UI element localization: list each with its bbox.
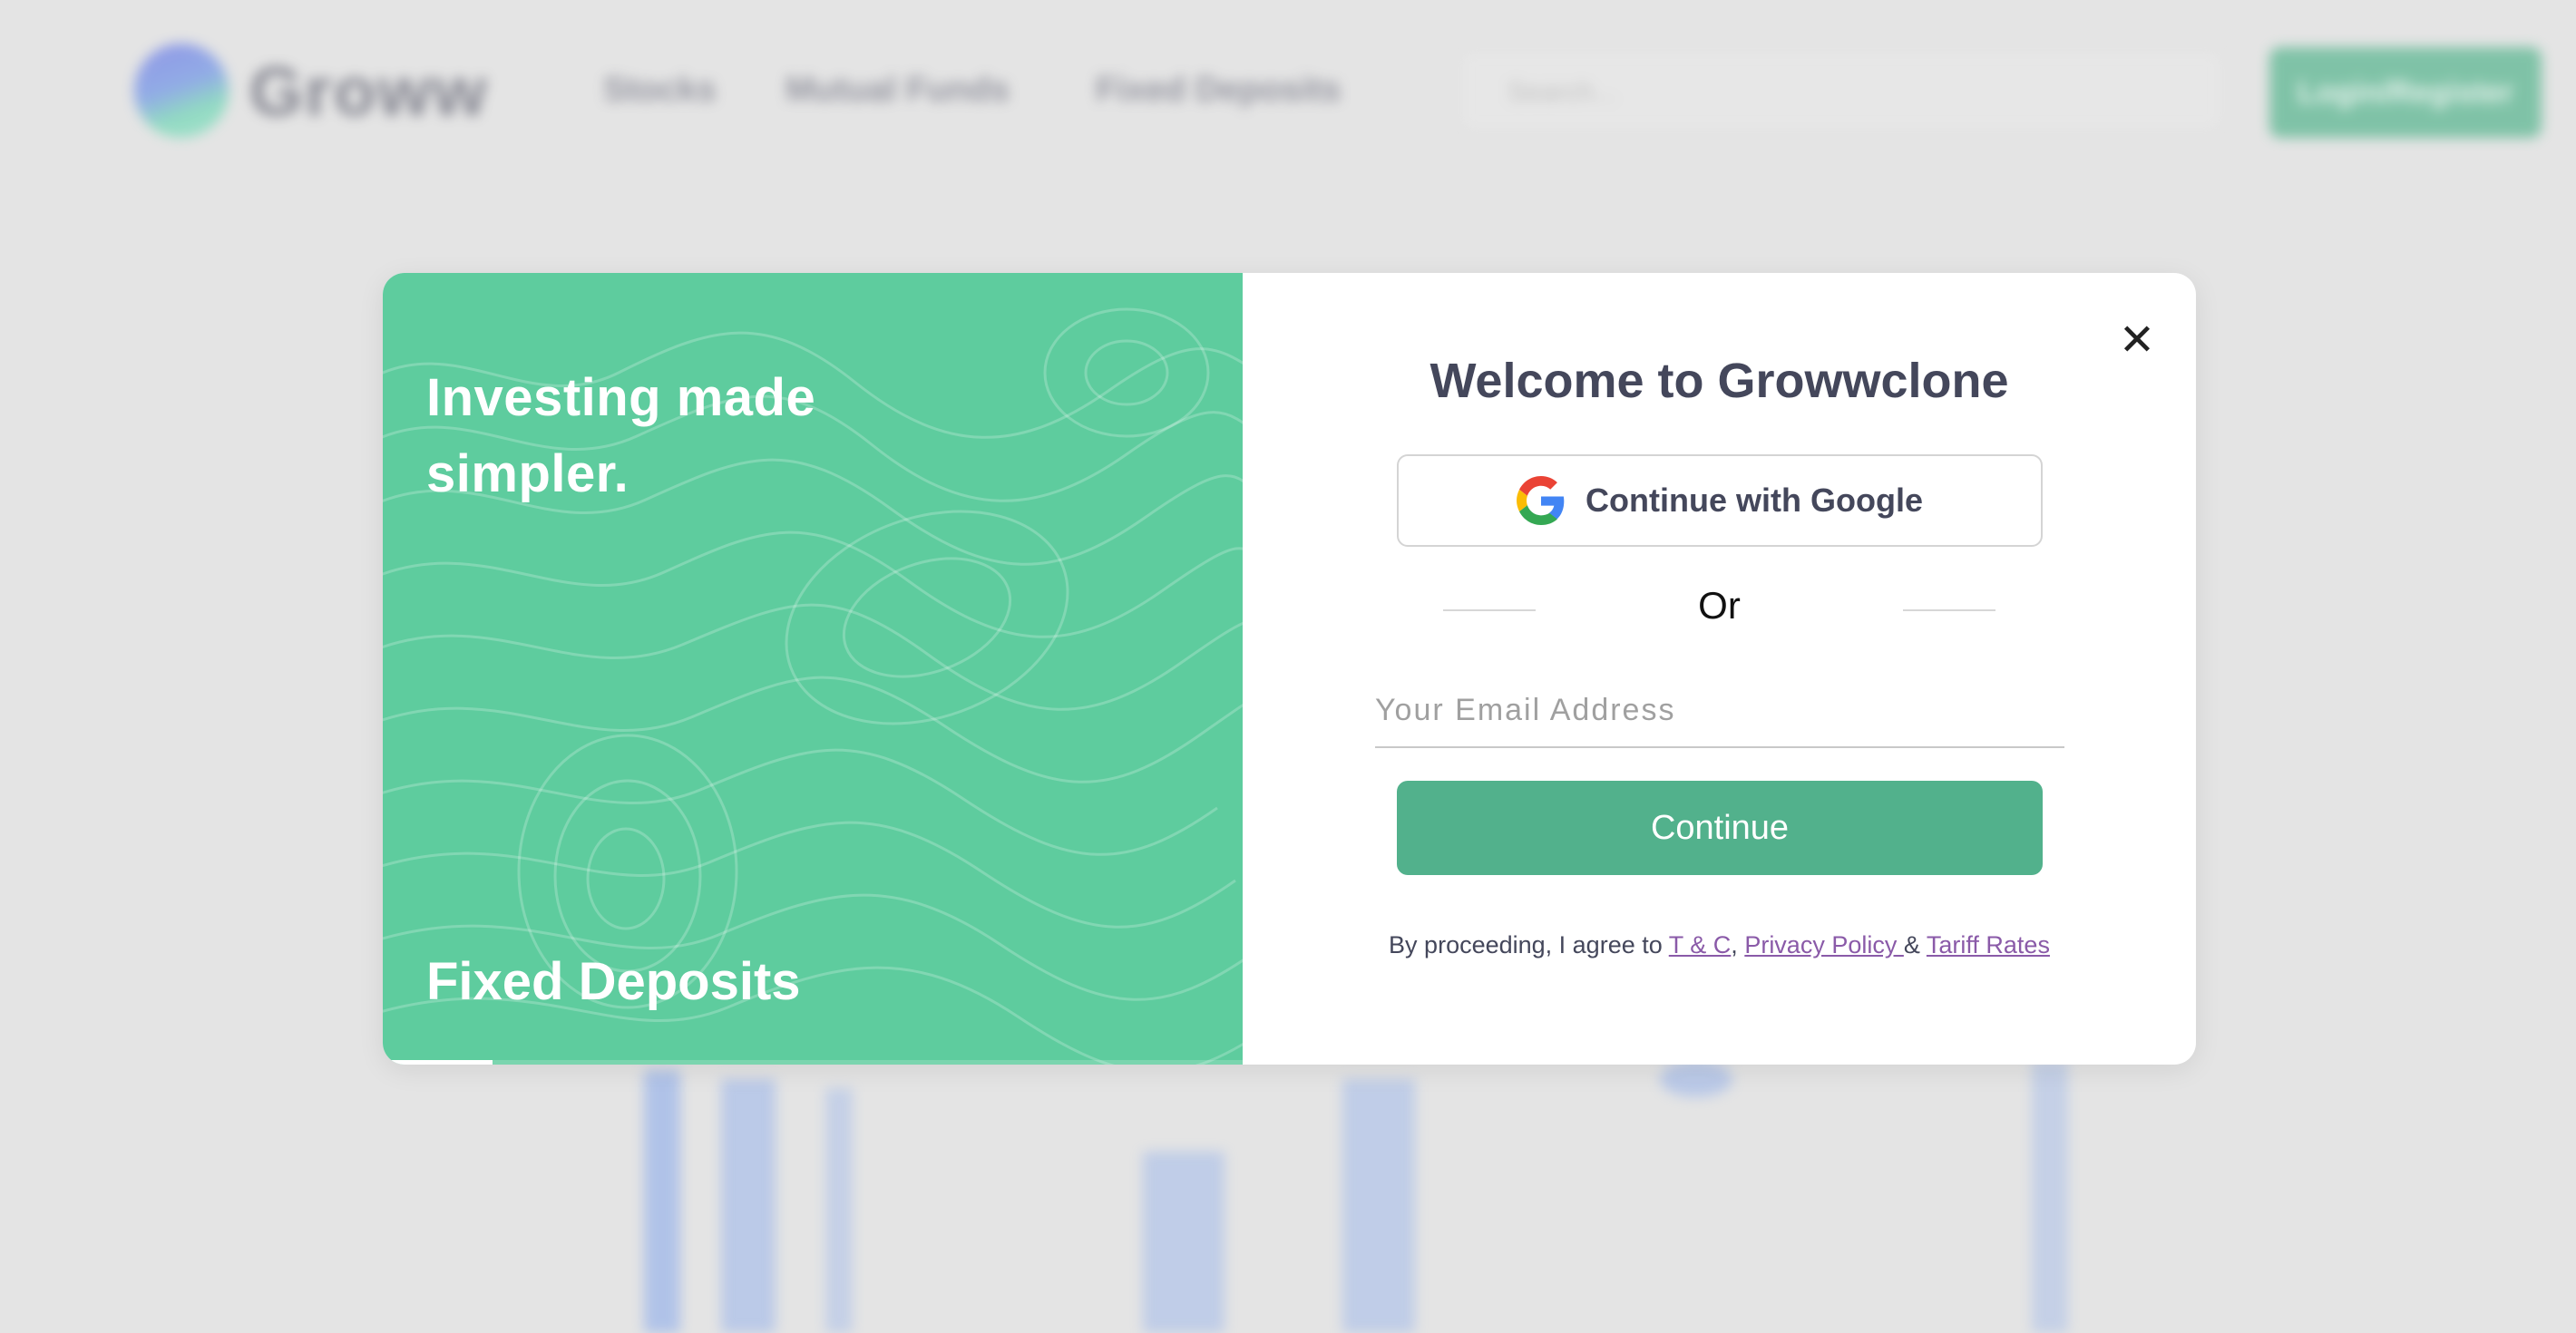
legal-amp: & <box>1903 931 1927 958</box>
nav-mutual-funds: Mutual Funds <box>785 71 1010 109</box>
tariff-rates-link[interactable]: Tariff Rates <box>1927 931 2050 958</box>
privacy-policy-link[interactable]: Privacy Policy <box>1744 931 1904 958</box>
login-panel: ✕ Welcome to Growwclone Continue with Go… <box>1243 273 2196 1065</box>
continue-button[interactable]: Continue <box>1397 781 2043 875</box>
hero-illustration <box>635 1043 2086 1333</box>
terms-link[interactable]: T & C <box>1669 931 1732 958</box>
brand-name: Groww <box>249 54 489 131</box>
groww-logo-icon <box>134 44 229 138</box>
continue-with-google-button[interactable]: Continue with Google <box>1397 454 2043 547</box>
nav-stocks: Stocks <box>603 71 717 109</box>
email-input[interactable] <box>1375 674 2064 748</box>
google-button-label: Continue with Google <box>1586 482 1923 519</box>
promo-panel: Investing made simpler. Fixed Deposits <box>383 273 1243 1065</box>
slide-progress-bar <box>390 1060 1243 1065</box>
login-button: Login/Register <box>2269 47 2542 138</box>
search-bar: Search... <box>1460 51 2222 131</box>
modal-title: Welcome to Growwclone <box>1429 354 2009 408</box>
google-icon <box>1517 476 1565 525</box>
tagline: Investing made simpler. <box>426 368 816 503</box>
or-text: Or <box>1698 584 1741 627</box>
or-divider: Or <box>1243 577 2196 640</box>
nav-fixed-deposits: Fixed Deposits <box>1096 71 1342 109</box>
slide-progress-fill <box>390 1060 493 1065</box>
divider-line-right <box>1903 609 1995 611</box>
legal-text: By proceeding, I agree to T & C, Privacy… <box>1243 931 2196 959</box>
legal-comma: , <box>1731 931 1738 958</box>
login-modal: Investing made simpler. Fixed Deposits ✕… <box>383 273 2196 1065</box>
slide-caption: Fixed Deposits <box>426 952 801 1011</box>
legal-prefix: By proceeding, I agree to <box>1389 931 1669 958</box>
